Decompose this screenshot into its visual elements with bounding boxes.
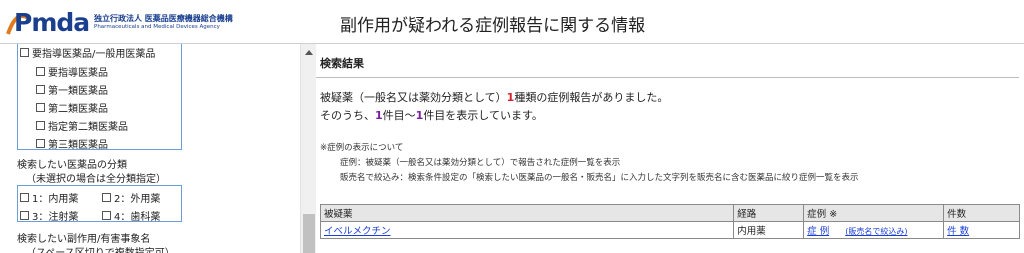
range-from: 1 — [375, 109, 383, 122]
cell-route: 内用薬 — [733, 221, 805, 239]
cell-count: 件 数 — [943, 221, 1020, 239]
checkbox-box[interactable] — [102, 193, 111, 202]
checkbox-injection[interactable]: 3：注射薬 — [20, 208, 78, 223]
range-text: 件目～ — [382, 109, 416, 122]
logo-text: 独立行政法人 医薬品医療機器総合機構 Pharmaceuticals and M… — [94, 15, 233, 31]
col-header-route: 経路 — [733, 204, 805, 222]
checkbox-class-2[interactable]: 第二類医薬品 — [36, 100, 108, 115]
checkbox-box[interactable] — [102, 211, 111, 220]
checkbox-box[interactable] — [36, 121, 45, 130]
search-results-panel: 検索結果 被疑薬（一般名又は薬効分類として）1種類の症例報告がありました。 その… — [316, 44, 1024, 253]
sidebar-scrollbar[interactable] — [300, 44, 316, 253]
search-conditions-panel: 要指導医薬品/一般用医薬品 要指導医薬品 第一類医薬品 第二類医薬品 指定第二類… — [0, 44, 316, 253]
page-header: Pmda 独立行政法人 医薬品医療機器総合機構 Pharmaceuticals … — [0, 0, 1024, 44]
summary-text: 種類の症例報告がありました。 — [514, 91, 669, 104]
note-case: 症例：被疑薬（一般名又は薬効分類として）で報告された症例一覧を表示 — [340, 158, 621, 168]
checkbox-label: 要指導医薬品 — [48, 68, 108, 79]
results-heading: 検索結果 — [320, 57, 364, 70]
logo-en: Pharmaceuticals and Medical Devices Agen… — [94, 24, 220, 31]
logo-jp: 独立行政法人 医薬品医療機器総合機構 — [94, 14, 233, 24]
checkbox-label: 3：注射薬 — [32, 212, 79, 223]
note-title: ※症例の表示について — [320, 143, 404, 153]
col-header-case: 症例 ※ — [803, 204, 945, 222]
results-range-line: そのうち、1件目～1件目を表示しています。 — [320, 107, 543, 123]
checkbox-label: 第一類医薬品 — [48, 86, 108, 97]
checkbox-box[interactable] — [36, 85, 45, 94]
checkbox-class-1[interactable]: 第一類医薬品 — [36, 82, 108, 97]
checkbox-label: 要指導医薬品/一般用医薬品 — [32, 49, 156, 60]
cell-drug: イベルメクチン — [319, 221, 735, 239]
event-label: 検索したい副作用/有害事象名 — [17, 234, 151, 245]
checkbox-label: 指定第二類医薬品 — [48, 122, 128, 133]
event-note: （スペース区切りで複数指定可） — [26, 244, 175, 253]
page-title: 副作用が疑われる症例報告に関する情報 — [340, 16, 646, 36]
summary-text: 被疑薬（一般名又は薬効分類として） — [320, 91, 507, 104]
checkbox-label: 第三類医薬品 — [48, 140, 108, 151]
checkbox-oral[interactable]: 1：内用薬 — [20, 190, 78, 205]
results-summary-line: 被疑薬（一般名又は薬効分類として）1種類の症例報告がありました。 — [320, 89, 668, 105]
pmda-logo[interactable]: Pmda 独立行政法人 医薬品医療機器総合機構 Pharmaceuticals … — [6, 8, 233, 38]
checkbox-label: 2：外用薬 — [114, 194, 161, 205]
table-header-row: 被疑薬 経路 症例 ※ 件数 — [319, 204, 1020, 222]
filter-by-brand-link[interactable]: (販売名で絞込み) — [845, 227, 907, 236]
count-link[interactable]: 件 数 — [947, 226, 969, 237]
checkbox-box[interactable] — [36, 139, 45, 148]
scrollbar-thumb[interactable] — [303, 214, 315, 253]
pmda-logo-mark: Pmda — [6, 8, 92, 38]
category-note: （未選択の場合は全分類指定） — [26, 174, 166, 185]
range-text: そのうち、 — [320, 109, 375, 122]
checkbox-topical[interactable]: 2：外用薬 — [102, 190, 160, 205]
checkbox-box[interactable] — [20, 193, 29, 202]
note-filter: 販売名で絞込み：検索条件設定の「検索したい医薬品の一般名・販売名」に入力した文字… — [340, 173, 859, 183]
col-header-drug: 被疑薬 — [319, 204, 735, 222]
checkbox-box[interactable] — [36, 67, 45, 76]
table-row: イベルメクチン 内用薬 症 例 (販売名で絞込み) 件 数 — [319, 221, 1020, 239]
checkbox-class-3[interactable]: 第三類医薬品 — [36, 136, 108, 151]
checkbox-label: 4：歯科薬 — [114, 212, 161, 223]
category-label: 検索したい医薬品の分類 — [17, 160, 127, 171]
checkbox-dental[interactable]: 4：歯科薬 — [102, 208, 160, 223]
range-text: 件目を表示しています。 — [423, 109, 543, 122]
checkbox-box[interactable] — [20, 211, 29, 220]
search-conditions-scroll-area: 要指導医薬品/一般用医薬品 要指導医薬品 第一類医薬品 第二類医薬品 指定第二類… — [0, 44, 300, 253]
divider — [316, 77, 1019, 78]
checkbox-designated-class-2[interactable]: 指定第二類医薬品 — [36, 118, 128, 133]
scroll-up-arrow-icon[interactable] — [305, 50, 313, 55]
checkbox-otc-all[interactable]: 要指導医薬品/一般用医薬品 — [20, 45, 155, 60]
case-link[interactable]: 症 例 — [807, 226, 829, 237]
checkbox-box[interactable] — [20, 48, 29, 57]
logo-word: Pmda — [14, 8, 90, 37]
drug-link[interactable]: イベルメクチン — [324, 226, 391, 237]
checkbox-requires-guidance[interactable]: 要指導医薬品 — [36, 64, 108, 79]
cell-case: 症 例 (販売名で絞込み) — [803, 221, 945, 239]
checkbox-box[interactable] — [36, 103, 45, 112]
checkbox-label: 第二類医薬品 — [48, 104, 108, 115]
col-header-count: 件数 — [943, 204, 1020, 222]
checkbox-label: 1：内用薬 — [32, 194, 79, 205]
results-table: 被疑薬 経路 症例 ※ 件数 イベルメクチン 内用薬 症 例 (販売名で絞込み) … — [319, 204, 1020, 239]
